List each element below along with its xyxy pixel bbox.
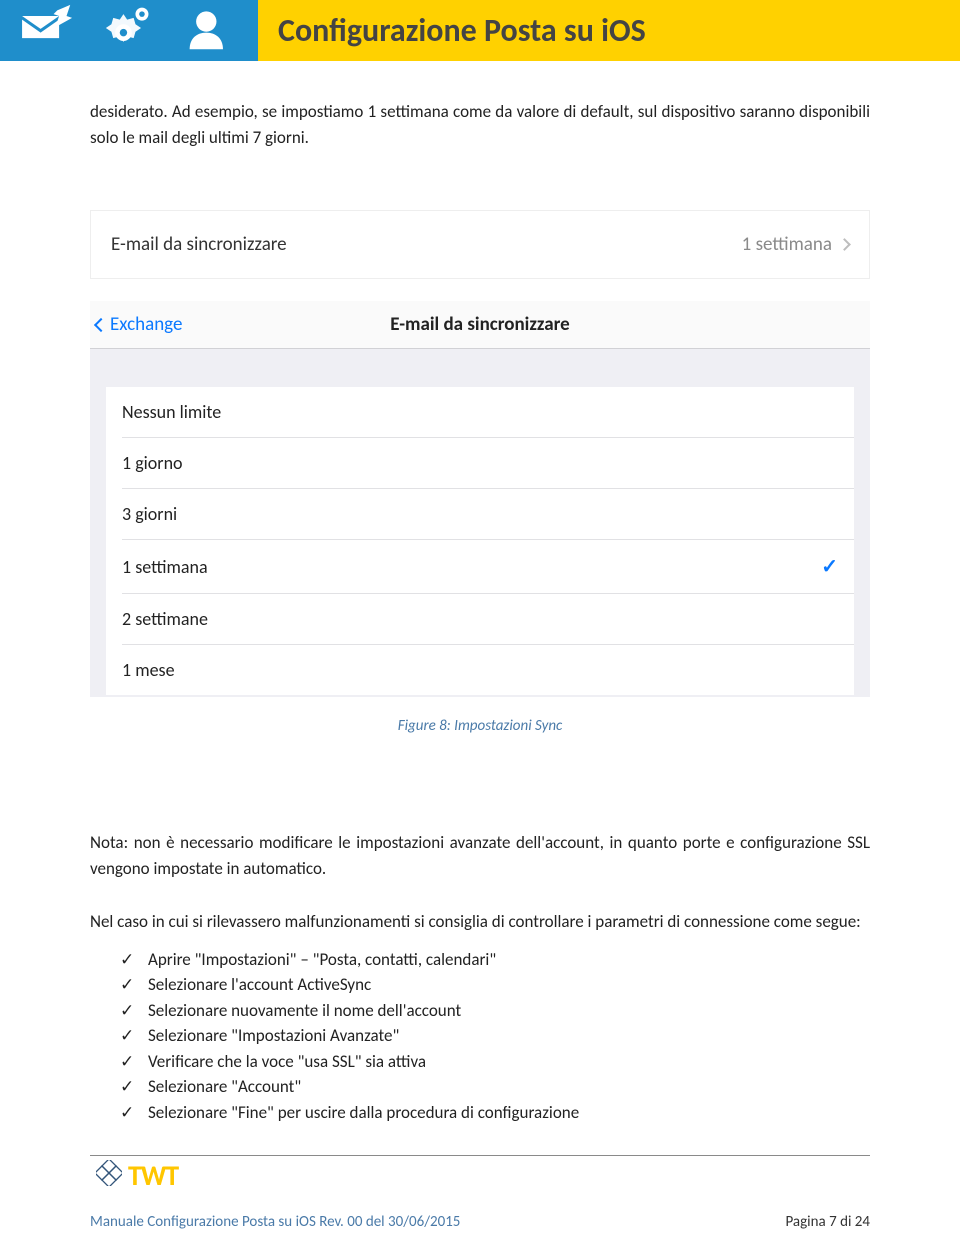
step-item: Selezionare nuovamente il nome dell'acco… <box>120 998 870 1024</box>
note-paragraph: Nota: non è necessario modificare le imp… <box>90 830 870 881</box>
ios-options-panel: Exchange E-mail da sincronizzare Nessun … <box>90 301 870 697</box>
step-item: Selezionare "Fine" per uscire dalla proc… <box>120 1100 870 1126</box>
page-title: Configurazione Posta su iOS <box>258 0 960 61</box>
ios-sync-row[interactable]: E-mail da sincronizzare 1 settimana <box>90 210 870 279</box>
ios-screen-title: E-mail da sincronizzare <box>90 313 870 336</box>
header-icon-strip <box>0 0 258 61</box>
step-item: Selezionare "Account" <box>120 1074 870 1100</box>
ios-option[interactable]: 1 mese <box>122 645 854 695</box>
ios-option[interactable]: 2 settimane <box>122 594 854 645</box>
step-item: Selezionare "Impostazioni Avanzate" <box>120 1023 870 1049</box>
ios-sync-row-label: E-mail da sincronizzare <box>111 233 287 256</box>
ios-option-label: 3 giorni <box>122 503 177 525</box>
troubleshoot-intro: Nel caso in cui si rilevassero malfunzio… <box>90 909 870 935</box>
chevron-right-icon <box>838 238 851 251</box>
step-item: Selezionare l'account ActiveSync <box>120 972 870 998</box>
steps-list: Aprire "Impostazioni" – "Posta, contatti… <box>120 947 870 1126</box>
user-icon <box>180 3 240 58</box>
ios-option[interactable]: 3 giorni <box>122 489 854 540</box>
step-item: Aprire "Impostazioni" – "Posta, contatti… <box>120 947 870 973</box>
ios-back-button[interactable]: Exchange <box>96 313 182 336</box>
ios-option-label: 2 settimane <box>122 608 208 630</box>
page-footer: TWT Manuale Configurazione Posta su iOS … <box>90 1160 870 1231</box>
ios-option[interactable]: 1 giorno <box>122 438 854 489</box>
ios-back-label: Exchange <box>110 313 182 336</box>
doc-reference: Manuale Configurazione Posta su iOS Rev.… <box>90 1213 460 1231</box>
twt-logo-icon <box>96 1160 122 1191</box>
ios-navbar: Exchange E-mail da sincronizzare <box>90 301 870 349</box>
logo-text: TWT <box>128 1162 178 1190</box>
ios-option-label: 1 mese <box>122 659 175 681</box>
app-header: Configurazione Posta su iOS <box>0 0 960 61</box>
intro-paragraph: desiderato. Ad esempio, se impostiamo 1 … <box>90 99 870 150</box>
ios-option-label: 1 giorno <box>122 452 183 474</box>
chevron-left-icon <box>94 317 108 331</box>
horizontal-rule <box>90 1155 870 1156</box>
step-item: Verificare che la voce "usa SSL" sia att… <box>120 1049 870 1075</box>
gear-icon <box>99 3 159 58</box>
page-number: Pagina 7 di 24 <box>786 1213 871 1231</box>
logo: TWT <box>96 1160 870 1191</box>
ios-option-list: Nessun limite 1 giorno 3 giorni 1 settimana… <box>106 387 854 695</box>
mail-icon <box>18 3 78 58</box>
ios-option-label: Nessun limite <box>122 401 221 423</box>
checkmark-icon: ✓ <box>821 554 838 579</box>
figure-caption: Figure 8: Impostazioni Sync <box>90 717 870 735</box>
ios-option-label: 1 settimana <box>122 556 208 578</box>
ios-option[interactable]: 1 settimana ✓ <box>122 540 854 594</box>
ios-sync-row-value: 1 settimana <box>742 233 832 256</box>
ios-option[interactable]: Nessun limite <box>122 387 854 438</box>
